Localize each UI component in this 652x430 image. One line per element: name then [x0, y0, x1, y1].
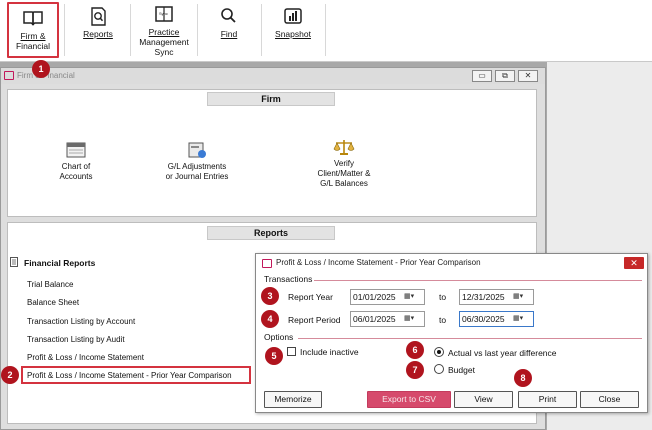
chart-of-accounts-item[interactable]: Chart of Accounts	[46, 140, 106, 182]
reports-label: Reports	[83, 29, 113, 39]
report-year-to-field[interactable]: 12/31/2025 ▦▾	[459, 289, 534, 305]
book-icon	[23, 11, 43, 26]
pm-sync-label-2: Management	[139, 37, 189, 47]
magnifier-icon	[221, 8, 236, 23]
report-search-icon	[91, 7, 106, 26]
prior-year-comparison-dialog: Profit & Loss / Income Statement - Prior…	[255, 253, 648, 413]
calendar-dropdown-icon[interactable]: ▦▾	[513, 292, 531, 302]
report-period-from-value: 06/01/2025	[353, 314, 396, 324]
find-button[interactable]: Find	[204, 2, 254, 58]
report-period-to-field[interactable]: 06/30/2025 ▦▾	[459, 311, 534, 327]
verify-line-3: G/L Balances	[320, 179, 368, 188]
financial-reports-title: Financial Reports	[10, 257, 96, 268]
include-inactive-label: Include inactive	[300, 347, 359, 357]
actual-vs-last-year-radio[interactable]	[434, 347, 444, 357]
report-year-to-value: 12/31/2025	[462, 292, 505, 302]
report-period-from-field[interactable]: 06/01/2025 ▦▾	[350, 311, 425, 327]
report-year-label: Report Year	[288, 292, 333, 302]
callout-2: 2	[1, 366, 19, 384]
report-year-to-label: to	[439, 292, 447, 302]
svg-text:Sync: Sync	[159, 11, 168, 16]
close-window-button[interactable]: ✕	[518, 70, 538, 82]
report-period-to-value: 06/30/2025	[462, 314, 505, 324]
snapshot-button[interactable]: Snapshot	[266, 2, 320, 58]
verify-line-2: Client/Matter &	[317, 169, 371, 178]
dialog-close-x-button[interactable]: ✕	[624, 257, 644, 269]
view-button[interactable]: View	[454, 391, 513, 408]
dialog-app-icon	[262, 259, 272, 268]
report-period-to-label: to	[439, 315, 447, 325]
firm-financial-label-1: Firm &	[20, 31, 46, 41]
ledger-icon	[66, 142, 86, 158]
dialog-titlebar: Profit & Loss / Income Statement - Prior…	[256, 254, 647, 271]
sync-book-icon: Sync	[155, 6, 173, 22]
callout-8: 8	[514, 369, 532, 387]
ribbon-toolbar: Firm & Financial Reports Sync Practice M…	[0, 0, 652, 62]
budget-radio[interactable]	[434, 364, 444, 374]
practice-management-sync-button[interactable]: Sync Practice Management Sync	[134, 2, 194, 58]
financial-reports-label: Financial Reports	[24, 258, 96, 268]
callout-6: 6	[406, 341, 424, 359]
report-year-from-field[interactable]: 01/01/2025 ▦▾	[350, 289, 425, 305]
report-transaction-listing-audit[interactable]: Transaction Listing by Audit	[27, 335, 125, 344]
adjustments-icon	[188, 142, 206, 158]
gl-adjustments-line-2: or Journal Entries	[165, 172, 229, 181]
report-period-label: Report Period	[288, 315, 341, 325]
close-button[interactable]: Close	[580, 391, 639, 408]
transactions-divider	[314, 280, 642, 281]
find-label: Find	[220, 29, 238, 39]
include-inactive-checkbox[interactable]	[287, 347, 296, 356]
calendar-dropdown-icon[interactable]: ▦▾	[513, 314, 531, 324]
chart-of-accounts-line-1: Chart of	[61, 162, 91, 171]
gl-adjustments-line-1: G/L Adjustments	[167, 162, 227, 171]
reports-button[interactable]: Reports	[72, 2, 124, 58]
print-button[interactable]: Print	[518, 391, 577, 408]
calendar-dropdown-icon[interactable]: ▦▾	[404, 314, 422, 324]
report-year-from-value: 01/01/2025	[353, 292, 396, 302]
pm-sync-label-3: Sync	[154, 47, 174, 57]
budget-label: Budget	[448, 365, 475, 375]
firm-financial-label-2: Financial	[15, 41, 51, 51]
actual-vs-last-year-label: Actual vs last year difference	[448, 348, 557, 358]
scales-icon	[333, 140, 355, 155]
dialog-title: Profit & Loss / Income Statement - Prior…	[276, 258, 481, 267]
firm-financial-button[interactable]: Firm & Financial	[7, 2, 59, 58]
minimize-button[interactable]: ▭	[472, 70, 492, 82]
callout-5: 5	[265, 347, 283, 365]
report-profit-loss-prior-year[interactable]: Profit & Loss / Income Statement - Prior…	[27, 371, 232, 380]
firm-section-header: Firm	[207, 92, 335, 106]
reports-section-header: Reports	[207, 226, 335, 240]
memorize-button[interactable]: Memorize	[264, 391, 322, 408]
snapshot-label: Snapshot	[275, 29, 311, 39]
verify-line-1: Verify	[333, 159, 354, 168]
options-divider	[298, 338, 642, 339]
gl-adjustments-item[interactable]: G/L Adjustments or Journal Entries	[156, 140, 238, 182]
verify-balances-item[interactable]: Verify Client/Matter & G/L Balances	[306, 137, 382, 189]
calendar-dropdown-icon[interactable]: ▦▾	[404, 292, 422, 302]
callout-3: 3	[261, 287, 279, 305]
document-icon	[10, 257, 18, 267]
report-balance-sheet[interactable]: Balance Sheet	[27, 298, 79, 307]
callout-7: 7	[406, 361, 424, 379]
chart-icon	[284, 8, 302, 24]
transactions-group-label: Transactions	[264, 274, 313, 284]
window-titlebar: Firm & Financial ▭ ⧉ ✕	[1, 68, 545, 84]
options-group-label: Options	[264, 332, 294, 342]
chart-of-accounts-line-2: Accounts	[59, 172, 93, 181]
callout-1: 1	[32, 60, 50, 78]
report-profit-loss[interactable]: Profit & Loss / Income Statement	[27, 353, 144, 362]
maximize-button[interactable]: ⧉	[495, 70, 515, 82]
callout-4: 4	[261, 310, 279, 328]
export-to-csv-button[interactable]: Export to CSV	[367, 391, 451, 408]
pm-sync-label-1: Practice	[148, 27, 180, 37]
report-trial-balance[interactable]: Trial Balance	[27, 280, 73, 289]
app-icon	[4, 71, 14, 80]
report-transaction-listing-account[interactable]: Transaction Listing by Account	[27, 317, 135, 326]
